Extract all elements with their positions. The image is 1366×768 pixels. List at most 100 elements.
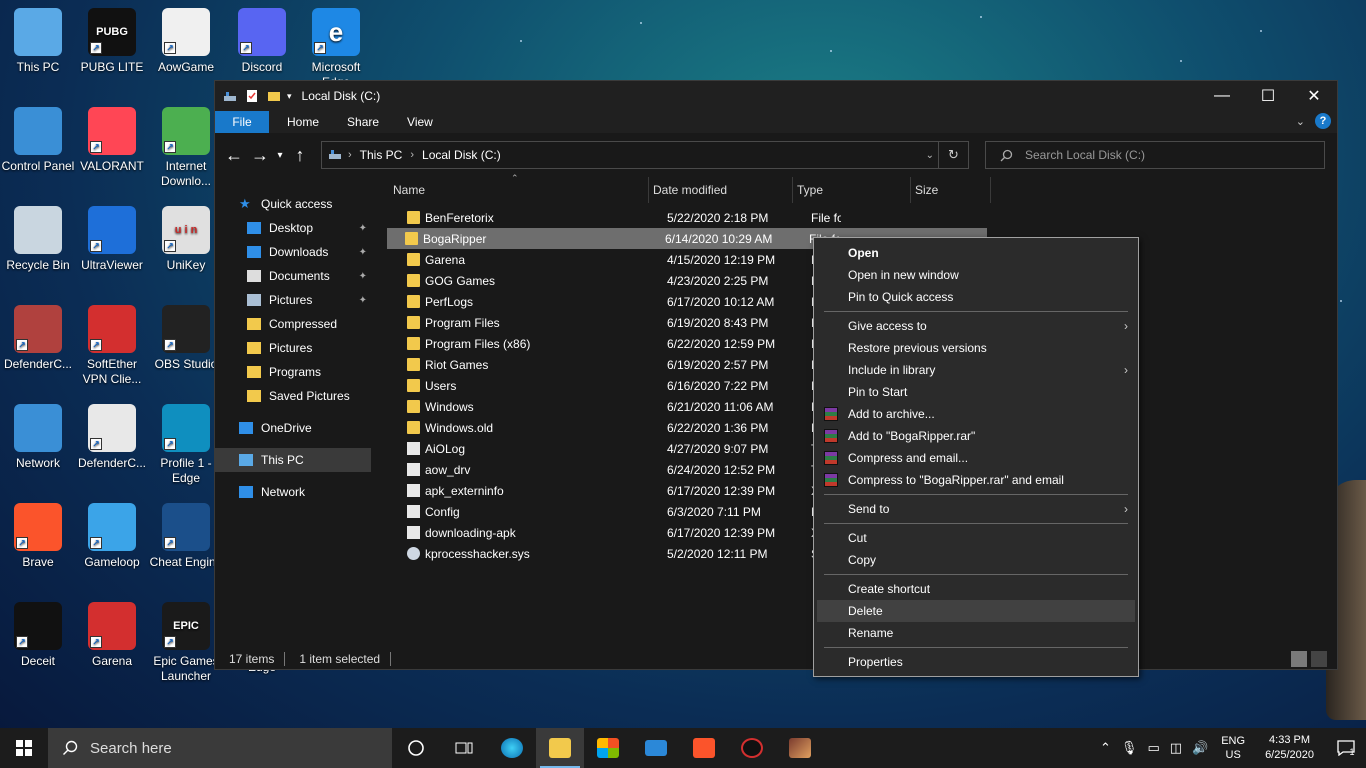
- nav-item-compressed[interactable]: Compressed: [215, 312, 371, 336]
- network-icon[interactable]: ◫: [1165, 740, 1187, 756]
- nav-item-pictures[interactable]: Pictures: [215, 336, 371, 360]
- desktop-icon-obs-studio[interactable]: ↗ OBS Studio: [148, 305, 224, 372]
- desktop-icon-network[interactable]: Network: [0, 404, 76, 471]
- minimize-icon[interactable]: —: [1199, 81, 1245, 111]
- desktop-icon-internet-downlo[interactable]: ↗ Internet Downlo...: [148, 107, 224, 189]
- column-date-modified[interactable]: Date modified: [649, 177, 793, 203]
- language-indicator[interactable]: ENG US: [1213, 734, 1253, 762]
- new-folder-icon[interactable]: [267, 89, 281, 103]
- menu-item-create-shortcut[interactable]: Create shortcut: [814, 578, 1138, 600]
- menu-item-delete[interactable]: Delete: [817, 600, 1135, 622]
- desktop-icon-brave[interactable]: ↗ Brave: [0, 503, 76, 570]
- start-button[interactable]: [0, 728, 48, 768]
- address-dropdown-icon[interactable]: ⌄: [926, 150, 934, 161]
- desktop-icon-this-pc[interactable]: This PC: [0, 8, 76, 75]
- desktop-icon-defenderc[interactable]: ↗ DefenderC...: [74, 404, 150, 471]
- task-view-icon[interactable]: [440, 728, 488, 768]
- desktop-icon-unikey[interactable]: u i n ↗ UniKey: [148, 206, 224, 273]
- menu-item-open-in-new-window[interactable]: Open in new window: [814, 264, 1138, 286]
- desktop-icon-pubg-lite[interactable]: PUBG ↗ PUBG LITE: [74, 8, 150, 75]
- up-arrow-icon[interactable]: ↑: [287, 145, 313, 166]
- table-row[interactable]: BenFeretorix 5/22/2020 2:18 PM File folder: [389, 207, 989, 228]
- breadcrumb-this-pc[interactable]: This PC: [360, 148, 403, 162]
- nav-item-programs[interactable]: Programs: [215, 360, 371, 384]
- menu-item-pin-to-start[interactable]: Pin to Start: [814, 381, 1138, 403]
- large-icons-view-icon[interactable]: [1311, 651, 1327, 667]
- title-bar[interactable]: ▾ Local Disk (C:) — ☐ ✕: [215, 81, 1337, 111]
- menu-item-compress-to-bogaripper-rar-and-email[interactable]: Compress to "BogaRipper.rar" and email: [814, 469, 1138, 491]
- desktop-icon-recycle-bin[interactable]: Recycle Bin: [0, 206, 76, 273]
- cortana-icon[interactable]: [392, 728, 440, 768]
- expand-ribbon-icon[interactable]: ⌄: [1296, 115, 1305, 128]
- refresh-icon[interactable]: ↻: [938, 142, 968, 168]
- maximize-icon[interactable]: ☐: [1245, 81, 1291, 111]
- edge-taskbar-icon[interactable]: [488, 728, 536, 768]
- menu-item-include-in-library[interactable]: Include in library ›: [814, 359, 1138, 381]
- battery-icon[interactable]: ▭: [1142, 740, 1164, 756]
- back-arrow-icon[interactable]: ←: [221, 145, 247, 166]
- menu-item-cut[interactable]: Cut: [814, 527, 1138, 549]
- store-taskbar-icon[interactable]: [584, 728, 632, 768]
- column-name[interactable]: Name: [389, 177, 649, 203]
- nav-item-saved-pictures[interactable]: Saved Pictures: [215, 384, 371, 408]
- desktop-icon-deceit[interactable]: ↗ Deceit: [0, 602, 76, 669]
- menu-item-send-to[interactable]: Send to ›: [814, 498, 1138, 520]
- nav-item-documents[interactable]: Documents ✦: [215, 264, 371, 288]
- tab-file[interactable]: File: [215, 111, 269, 133]
- desktop-icon-aowgame[interactable]: ↗ AowGame: [148, 8, 224, 75]
- nav-item-network[interactable]: Network: [215, 480, 371, 504]
- volume-icon[interactable]: 🔊: [1187, 740, 1213, 756]
- qat-dropdown-icon[interactable]: ▾: [287, 91, 292, 102]
- menu-item-compress-and-email[interactable]: Compress and email...: [814, 447, 1138, 469]
- menu-item-open[interactable]: Open: [814, 242, 1138, 264]
- desktop-icon-profile-1-edge[interactable]: ↗ Profile 1 - Edge: [148, 404, 224, 486]
- menu-item-pin-to-quick-access[interactable]: Pin to Quick access: [814, 286, 1138, 308]
- nav-item-desktop[interactable]: Desktop ✦: [215, 216, 371, 240]
- mail-taskbar-icon[interactable]: [632, 728, 680, 768]
- desktop-icon-epic-games-launcher[interactable]: EPIC ↗ Epic Games Launcher: [148, 602, 224, 684]
- column-size[interactable]: Size: [911, 177, 991, 203]
- action-center-icon[interactable]: 1: [1326, 739, 1366, 757]
- game-taskbar-icon[interactable]: [776, 728, 824, 768]
- breadcrumb-local-disk[interactable]: Local Disk (C:): [422, 148, 501, 162]
- recent-locations-chevron-icon[interactable]: ▾: [273, 150, 287, 161]
- desktop-icon-ultraviewer[interactable]: ↗ UltraViewer: [74, 206, 150, 273]
- brave-taskbar-icon[interactable]: [680, 728, 728, 768]
- desktop-icon-gameloop[interactable]: ↗ Gameloop: [74, 503, 150, 570]
- desktop-icon-softether-vpn-clie[interactable]: ↗ SoftEther VPN Clie...: [74, 305, 150, 387]
- menu-item-add-to-archive[interactable]: Add to archive...: [814, 403, 1138, 425]
- menu-item-rename[interactable]: Rename: [814, 622, 1138, 644]
- menu-item-restore-previous-versions[interactable]: Restore previous versions: [814, 337, 1138, 359]
- properties-icon[interactable]: [245, 89, 259, 103]
- desktop-icon-discord[interactable]: ↗ Discord: [224, 8, 300, 75]
- garena-taskbar-icon[interactable]: [728, 728, 776, 768]
- close-icon[interactable]: ✕: [1291, 81, 1337, 111]
- column-type[interactable]: Type: [793, 177, 911, 203]
- tab-home[interactable]: Home: [273, 111, 333, 133]
- desktop-icon-defenderc[interactable]: ↗ DefenderC...: [0, 305, 76, 372]
- show-hidden-icons-icon[interactable]: ⌃: [1095, 740, 1116, 756]
- help-icon[interactable]: ?: [1315, 113, 1331, 129]
- nav-item-pictures[interactable]: Pictures ✦: [215, 288, 371, 312]
- tab-share[interactable]: Share: [333, 111, 393, 133]
- nav-item-downloads[interactable]: Downloads ✦: [215, 240, 371, 264]
- desktop-icon-microsoft-edge[interactable]: e↗Microsoft Edge: [298, 8, 374, 90]
- taskbar-search-input[interactable]: Search here: [90, 740, 172, 757]
- search-input[interactable]: Search Local Disk (C:): [1025, 148, 1145, 162]
- file-explorer-taskbar-icon[interactable]: [536, 728, 584, 768]
- menu-item-properties[interactable]: Properties: [814, 651, 1138, 673]
- details-view-icon[interactable]: [1291, 651, 1307, 667]
- nav-item-quick-access[interactable]: ★ Quick access: [215, 192, 371, 216]
- clock[interactable]: 4:33 PM 6/25/2020: [1253, 733, 1326, 763]
- address-bar[interactable]: › This PC › Local Disk (C:) ⌄ ↻: [321, 141, 969, 169]
- nav-item-onedrive[interactable]: OneDrive: [215, 416, 371, 440]
- desktop-icon-control-panel[interactable]: Control Panel: [0, 107, 76, 174]
- desktop-icon-garena[interactable]: ↗ Garena: [74, 602, 150, 669]
- taskbar-search[interactable]: Search here: [48, 728, 392, 768]
- tab-view[interactable]: View: [393, 111, 447, 133]
- nav-item-this-pc[interactable]: This PC: [215, 448, 371, 472]
- forward-arrow-icon[interactable]: →: [247, 145, 273, 166]
- menu-item-give-access-to[interactable]: Give access to ›: [814, 315, 1138, 337]
- search-box[interactable]: Search Local Disk (C:): [985, 141, 1325, 169]
- desktop-icon-cheat-engine[interactable]: ↗ Cheat Engine: [148, 503, 224, 570]
